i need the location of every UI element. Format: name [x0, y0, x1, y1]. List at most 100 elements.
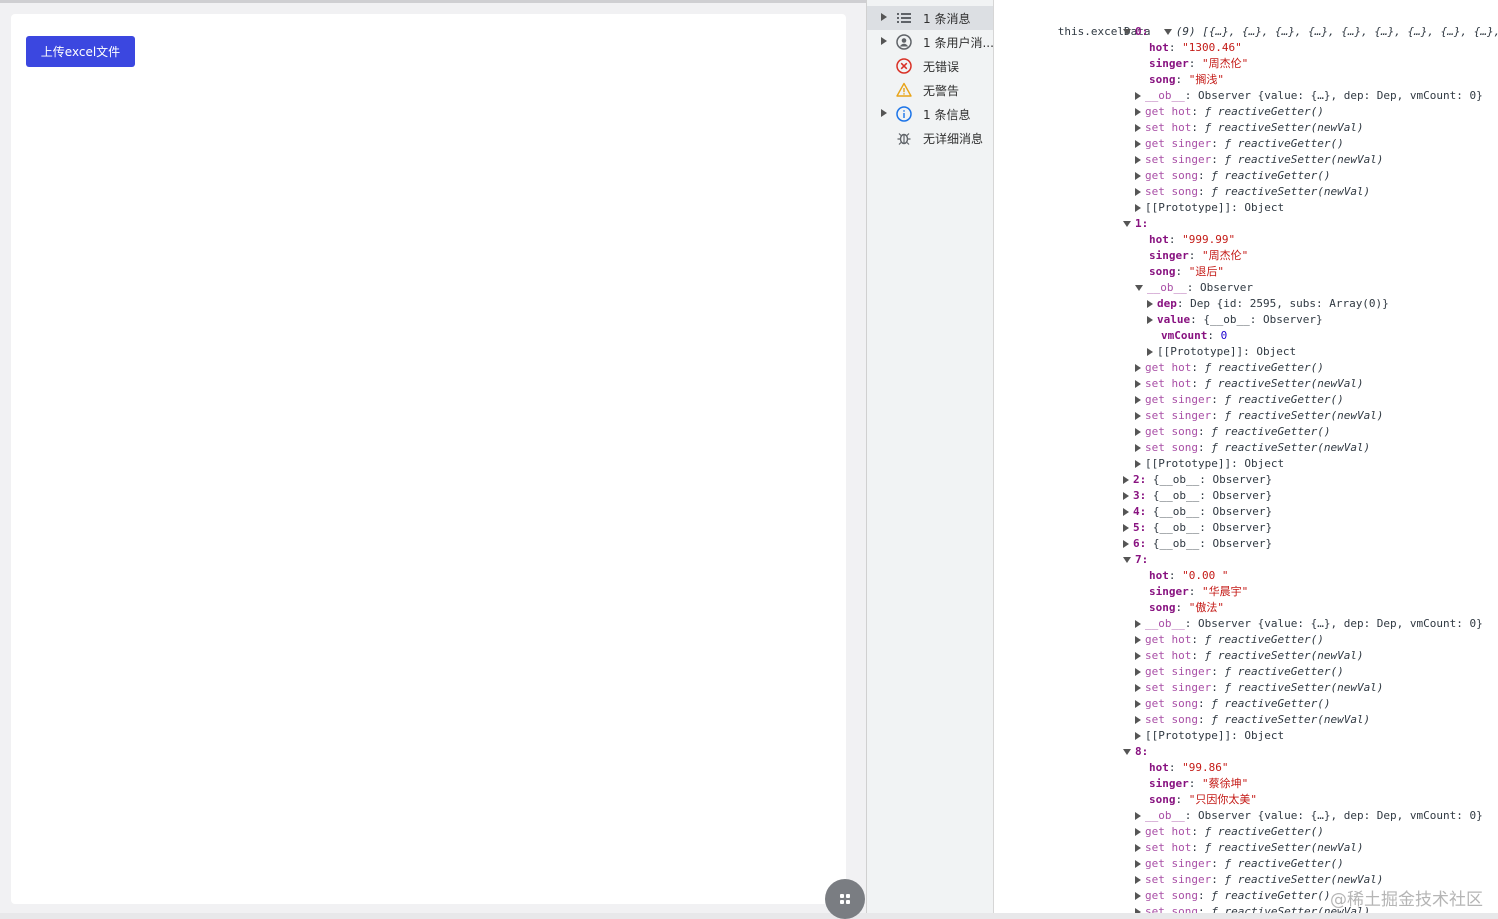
- console-tree-row[interactable]: 4: {__ob__: Observer}: [1123, 504, 1272, 520]
- expand-arrow-icon[interactable]: [1135, 140, 1141, 148]
- collapse-arrow-icon[interactable]: [1123, 557, 1131, 563]
- console-tree-row[interactable]: song: "傲法": [1149, 600, 1224, 616]
- console-tree-row[interactable]: get song: ƒ reactiveGetter(): [1135, 696, 1330, 712]
- sidebar-item[interactable]: 无错误: [867, 54, 993, 78]
- expand-arrow-icon[interactable]: [1135, 444, 1141, 452]
- sidebar-item[interactable]: 1 条信息: [867, 102, 993, 126]
- expand-arrow-icon[interactable]: [1147, 348, 1153, 356]
- expand-arrow-icon[interactable]: [1135, 428, 1141, 436]
- console-tree-row[interactable]: dep: Dep {id: 2595, subs: Array(0)}: [1147, 296, 1389, 312]
- expand-arrow-icon[interactable]: [1135, 156, 1141, 164]
- expand-arrow-icon[interactable]: [1135, 124, 1141, 132]
- console-tree-row[interactable]: get song: ƒ reactiveGetter(): [1135, 424, 1330, 440]
- expand-arrow-icon[interactable]: [1135, 412, 1141, 420]
- expand-arrow-icon[interactable]: [1135, 92, 1141, 100]
- console-tree-row[interactable]: singer: "周杰伦": [1149, 56, 1248, 72]
- expand-arrow-icon[interactable]: [1135, 380, 1141, 388]
- console-tree-row[interactable]: [[Prototype]]: Object: [1135, 200, 1284, 216]
- console-tree-row[interactable]: __ob__: Observer {value: {…}, dep: Dep, …: [1135, 616, 1483, 632]
- console-tree-row[interactable]: vmCount: 0: [1161, 328, 1227, 344]
- expand-arrow-icon[interactable]: [1135, 860, 1141, 868]
- expand-arrow-icon[interactable]: [1135, 684, 1141, 692]
- console-tree-row[interactable]: set song: ƒ reactiveSetter(newVal): [1135, 440, 1370, 456]
- expand-arrow-icon[interactable]: [1135, 668, 1141, 676]
- console-tree-row[interactable]: 1:: [1123, 216, 1148, 232]
- console-tree-row[interactable]: set hot: ƒ reactiveSetter(newVal): [1135, 376, 1364, 392]
- sidebar-item[interactable]: 1 条消息: [867, 6, 993, 30]
- expand-arrow-icon[interactable]: [1123, 524, 1129, 532]
- expand-arrow-icon[interactable]: [1135, 716, 1141, 724]
- expand-arrow-icon[interactable]: [881, 37, 887, 45]
- console-tree-row[interactable]: 5: {__ob__: Observer}: [1123, 520, 1272, 536]
- console-tree-row[interactable]: [[Prototype]]: Object: [1135, 728, 1284, 744]
- sidebar-item[interactable]: 无详细消息: [867, 126, 993, 150]
- console-tree-row[interactable]: hot: "999.99": [1149, 232, 1235, 248]
- console-tree-row[interactable]: 2: {__ob__: Observer}: [1123, 472, 1272, 488]
- upload-excel-button[interactable]: 上传excel文件: [26, 36, 135, 67]
- console-tree-row[interactable]: 8:: [1123, 744, 1148, 760]
- sidebar-item[interactable]: 无警告: [867, 78, 993, 102]
- expand-arrow-icon[interactable]: [1135, 892, 1141, 900]
- console-tree-row[interactable]: set hot: ƒ reactiveSetter(newVal): [1135, 840, 1364, 856]
- console-tree-row[interactable]: 7:: [1123, 552, 1148, 568]
- expand-arrow-icon[interactable]: [1135, 828, 1141, 836]
- console-tree-row[interactable]: set hot: ƒ reactiveSetter(newVal): [1135, 120, 1364, 136]
- console-tree-row[interactable]: get hot: ƒ reactiveGetter(): [1135, 824, 1324, 840]
- console-tree-row[interactable]: set singer: ƒ reactiveSetter(newVal): [1135, 152, 1383, 168]
- expand-arrow-icon[interactable]: [1135, 652, 1141, 660]
- expand-arrow-icon[interactable]: [1135, 620, 1141, 628]
- console-tree-row[interactable]: hot: "1300.46": [1149, 40, 1242, 56]
- expand-arrow-icon[interactable]: [881, 109, 887, 117]
- console-tree-row[interactable]: set song: ƒ reactiveSetter(newVal): [1135, 184, 1370, 200]
- console-tree-row[interactable]: get hot: ƒ reactiveGetter(): [1135, 104, 1324, 120]
- console-tree-row[interactable]: hot: "99.86": [1149, 760, 1228, 776]
- sidebar-item[interactable]: 1 条用户消...: [867, 30, 993, 54]
- console-tree-row[interactable]: [[Prototype]]: Object: [1135, 456, 1284, 472]
- console-tree-row[interactable]: get singer: ƒ reactiveGetter(): [1135, 664, 1344, 680]
- console-tree-row[interactable]: singer: "周杰伦": [1149, 248, 1248, 264]
- console-tree-row[interactable]: 3: {__ob__: Observer}: [1123, 488, 1272, 504]
- expand-arrow-icon[interactable]: [1135, 876, 1141, 884]
- expand-arrow-icon[interactable]: [1135, 700, 1141, 708]
- console-tree-row[interactable]: set song: ƒ reactiveSetter(newVal): [1135, 712, 1370, 728]
- expand-arrow-icon[interactable]: [1135, 908, 1141, 913]
- console-tree-row[interactable]: get hot: ƒ reactiveGetter(): [1135, 360, 1324, 376]
- expand-arrow-icon[interactable]: [1135, 812, 1141, 820]
- console-tree-row[interactable]: singer: "华晨宇": [1149, 584, 1248, 600]
- console-tree-row[interactable]: __ob__: Observer: [1135, 280, 1253, 296]
- console-tree-row[interactable]: get song: ƒ reactiveGetter(): [1135, 888, 1330, 904]
- console-tree-row[interactable]: 0:: [1123, 24, 1148, 40]
- console-output[interactable]: this.excelData (9) [{…}, {…}, {…}, {…}, …: [994, 0, 1498, 913]
- expand-arrow-icon[interactable]: [1135, 108, 1141, 116]
- console-log-row[interactable]: this.excelData (9) [{…}, {…}, {…}, {…}, …: [1018, 8, 1498, 38]
- collapse-arrow-icon[interactable]: [1123, 29, 1131, 35]
- expand-arrow-icon[interactable]: [1135, 204, 1141, 212]
- expand-arrow-icon[interactable]: [1135, 188, 1141, 196]
- expand-arrow-icon[interactable]: [1147, 316, 1153, 324]
- console-tree-row[interactable]: __ob__: Observer {value: {…}, dep: Dep, …: [1135, 808, 1483, 824]
- console-tree-row[interactable]: set singer: ƒ reactiveSetter(newVal): [1135, 408, 1383, 424]
- console-tree-row[interactable]: set hot: ƒ reactiveSetter(newVal): [1135, 648, 1364, 664]
- console-tree-row[interactable]: song: "退后": [1149, 264, 1224, 280]
- expand-arrow-icon[interactable]: [1147, 300, 1153, 308]
- collapse-arrow-icon[interactable]: [1123, 749, 1131, 755]
- console-tree-row[interactable]: song: "只因你太美": [1149, 792, 1257, 808]
- console-tree-row[interactable]: 6: {__ob__: Observer}: [1123, 536, 1272, 552]
- console-tree-row[interactable]: value: {__ob__: Observer}: [1147, 312, 1323, 328]
- console-tree-row[interactable]: song: "搁浅": [1149, 72, 1224, 88]
- console-tree-row[interactable]: get hot: ƒ reactiveGetter(): [1135, 632, 1324, 648]
- console-tree-row[interactable]: get singer: ƒ reactiveGetter(): [1135, 136, 1344, 152]
- expand-arrow-icon[interactable]: [1123, 508, 1129, 516]
- expand-arrow-icon[interactable]: [1163, 29, 1172, 35]
- expand-arrow-icon[interactable]: [1135, 636, 1141, 644]
- console-tree-row[interactable]: get singer: ƒ reactiveGetter(): [1135, 856, 1344, 872]
- expand-arrow-icon[interactable]: [881, 13, 887, 21]
- console-tree-row[interactable]: get singer: ƒ reactiveGetter(): [1135, 392, 1344, 408]
- expand-arrow-icon[interactable]: [1123, 492, 1129, 500]
- expand-arrow-icon[interactable]: [1135, 364, 1141, 372]
- collapse-arrow-icon[interactable]: [1135, 285, 1143, 291]
- console-tree-row[interactable]: singer: "蔡徐坤": [1149, 776, 1248, 792]
- console-tree-row[interactable]: __ob__: Observer {value: {…}, dep: Dep, …: [1135, 88, 1483, 104]
- expand-arrow-icon[interactable]: [1123, 476, 1129, 484]
- expand-arrow-icon[interactable]: [1135, 172, 1141, 180]
